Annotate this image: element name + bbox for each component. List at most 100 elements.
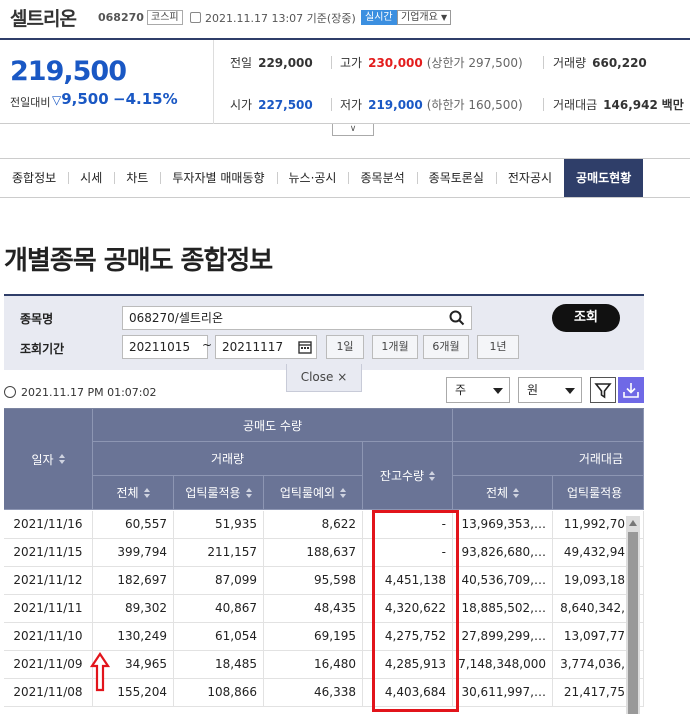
tab-disclosure[interactable]: 전자공시: [495, 159, 564, 197]
divider: [543, 98, 544, 111]
currency-select[interactable]: 원: [518, 377, 582, 403]
sort-icon[interactable]: [58, 454, 65, 464]
calendar-icon: [190, 12, 201, 23]
stock-header: 셀트리온 068270 코스피 2021.11.17 13:07 기준(장중) …: [0, 0, 690, 38]
date-basis: 2021.11.17 13:07 기준(장중): [205, 12, 356, 25]
high-price: 고가 230,000 (상한가 297,500): [340, 56, 523, 70]
group-empty-header: [453, 409, 644, 442]
company-info-button[interactable]: 기업개요 ▼: [397, 10, 452, 25]
cell-except: 46,338: [264, 679, 363, 706]
stock-name-label: 종목명: [20, 312, 54, 326]
cell-amount-total: 93,826,680,…: [453, 539, 553, 566]
table-row[interactable]: 2021/11/15 399,794 211,157 188,637-93,826,6…: [4, 539, 644, 567]
tab-short-selling[interactable]: 공매도현황: [564, 159, 644, 197]
cell-balance: 4,320,622: [363, 595, 453, 622]
cell-uptick: 87,099: [174, 567, 264, 594]
dropdown-arrow-icon: [565, 388, 575, 394]
cell-amount-total: 13,969,353,…: [453, 511, 553, 538]
calendar-icon[interactable]: [298, 340, 312, 354]
cell-uptick: 61,054: [174, 623, 264, 650]
down-triangle-icon: ▽: [52, 93, 62, 107]
range-1y-button[interactable]: 1년: [477, 335, 519, 359]
date-separator: ~: [202, 338, 213, 352]
tab-chart[interactable]: 차트: [114, 159, 160, 197]
clock-icon: [4, 386, 16, 398]
range-1m-button[interactable]: 1개월: [372, 335, 418, 359]
table-row[interactable]: 2021/11/12 182,697 87,099 95,598 4,451,138 40…: [4, 567, 644, 595]
open-price: 시가 227,500: [230, 98, 313, 112]
close-panel-button[interactable]: Close ×: [286, 364, 362, 392]
search-panel: 종목명 068270/셀트리온 조회기간 20211015 ~ 20211117…: [4, 294, 644, 370]
tab-news[interactable]: 뉴스·공시: [276, 159, 349, 197]
range-1d-button[interactable]: 1일: [326, 335, 364, 359]
col-balance-header[interactable]: 잔고수량: [363, 442, 453, 510]
sort-icon[interactable]: [245, 487, 252, 498]
cell-total: 182,697: [93, 567, 174, 594]
chevron-down-icon: ▼: [441, 13, 448, 22]
cell-except: 69,195: [264, 623, 363, 650]
submit-query-button[interactable]: 조회: [552, 304, 620, 332]
cell-total: 399,794: [93, 539, 174, 566]
cell-amount-total: 40,536,709,…: [453, 567, 553, 594]
cell-except: 8,622: [264, 511, 363, 538]
group-volume-header: 거래량: [93, 442, 363, 476]
col-amount-total-header[interactable]: 전체: [453, 476, 553, 510]
cell-except: 188,637: [264, 539, 363, 566]
scroll-up-icon[interactable]: [629, 520, 637, 526]
cell-date: 2021/11/12: [4, 567, 93, 594]
expand-toggle-button[interactable]: ∨: [332, 124, 374, 136]
tab-summary[interactable]: 종합정보: [0, 159, 68, 197]
cell-amount-total: 30,611,997,…: [453, 679, 553, 706]
cell-amount-total: 7,148,348,000: [453, 651, 553, 678]
tab-analysis[interactable]: 종목분석: [348, 159, 416, 197]
scrollbar[interactable]: [626, 516, 640, 714]
end-date-input[interactable]: 20211117: [215, 335, 317, 359]
tab-investor-trading[interactable]: 투자자별 매매동향: [160, 159, 276, 197]
cell-balance: 4,275,752: [363, 623, 453, 650]
cell-amount-total: 27,899,299,…: [453, 623, 553, 650]
arrow-up-icon: [90, 652, 110, 692]
sort-icon[interactable]: [513, 487, 520, 498]
unit-select[interactable]: 주: [446, 377, 510, 403]
group-short-volume-header: 공매도 수량: [93, 409, 453, 442]
sort-icon[interactable]: [143, 487, 150, 498]
download-icon[interactable]: [618, 377, 644, 403]
sort-icon[interactable]: [340, 487, 347, 498]
timestamp: 2021.11.17 PM 01:07:02: [4, 386, 157, 399]
change-percent: −4.15%: [113, 90, 178, 108]
chevron-down-icon: ∨: [349, 124, 357, 134]
tab-bar: 종합정보 시세 차트 투자자별 매매동향 뉴스·공시 종목분석 종목토론실 전자…: [0, 158, 690, 198]
stock-search-input[interactable]: 068270/셀트리온: [122, 306, 472, 330]
col-total-header[interactable]: 전체: [93, 476, 174, 510]
low-price: 저가 219,000 (하한가 160,500): [340, 98, 523, 112]
stock-code: 068270: [98, 11, 144, 24]
cell-uptick: 51,935: [174, 511, 264, 538]
table-row[interactable]: 2021/11/10 130,249 61,054 69,195 4,275,752 27…: [4, 623, 644, 651]
realtime-badge[interactable]: 실시간: [361, 10, 397, 25]
col-amount-uptick-header[interactable]: 업틱룰적용: [553, 476, 644, 510]
col-date-header[interactable]: 일자: [4, 409, 93, 510]
sort-icon[interactable]: [429, 470, 436, 481]
table-row[interactable]: 2021/11/16 60,557 51,935 8,622-13,969,353,……: [4, 511, 644, 539]
change-label: 전일대비: [10, 96, 51, 109]
col-uptick-header[interactable]: 업틱룰적용: [174, 476, 264, 510]
search-icon[interactable]: [449, 310, 465, 326]
filter-icon[interactable]: [590, 377, 616, 403]
trade-amount: 거래대금 146,942 백만: [553, 98, 684, 112]
tab-discussion[interactable]: 종목토론실: [416, 159, 496, 197]
start-date-input[interactable]: 20211015: [122, 335, 208, 359]
tab-quotes[interactable]: 시세: [68, 159, 114, 197]
divider: [331, 98, 332, 111]
col-except-header[interactable]: 업틱룰예외: [264, 476, 363, 510]
cell-balance: 4,285,913: [363, 651, 453, 678]
table-row[interactable]: 2021/11/11 89,302 40,867 48,435 4,320,622 18,…: [4, 595, 644, 623]
cell-balance: -: [363, 511, 453, 538]
divider: [331, 56, 332, 69]
range-6m-button[interactable]: 6개월: [423, 335, 469, 359]
volume: 거래량 660,220: [553, 56, 647, 70]
scroll-thumb[interactable]: [628, 532, 638, 714]
price-panel: 219,500 전일대비 ▽9,500 −4.15% 전일 229,000 고가 2…: [0, 38, 690, 136]
company-info-label: 기업개요: [401, 12, 438, 23]
cell-balance: 4,403,684: [363, 679, 453, 706]
cell-except: 48,435: [264, 595, 363, 622]
